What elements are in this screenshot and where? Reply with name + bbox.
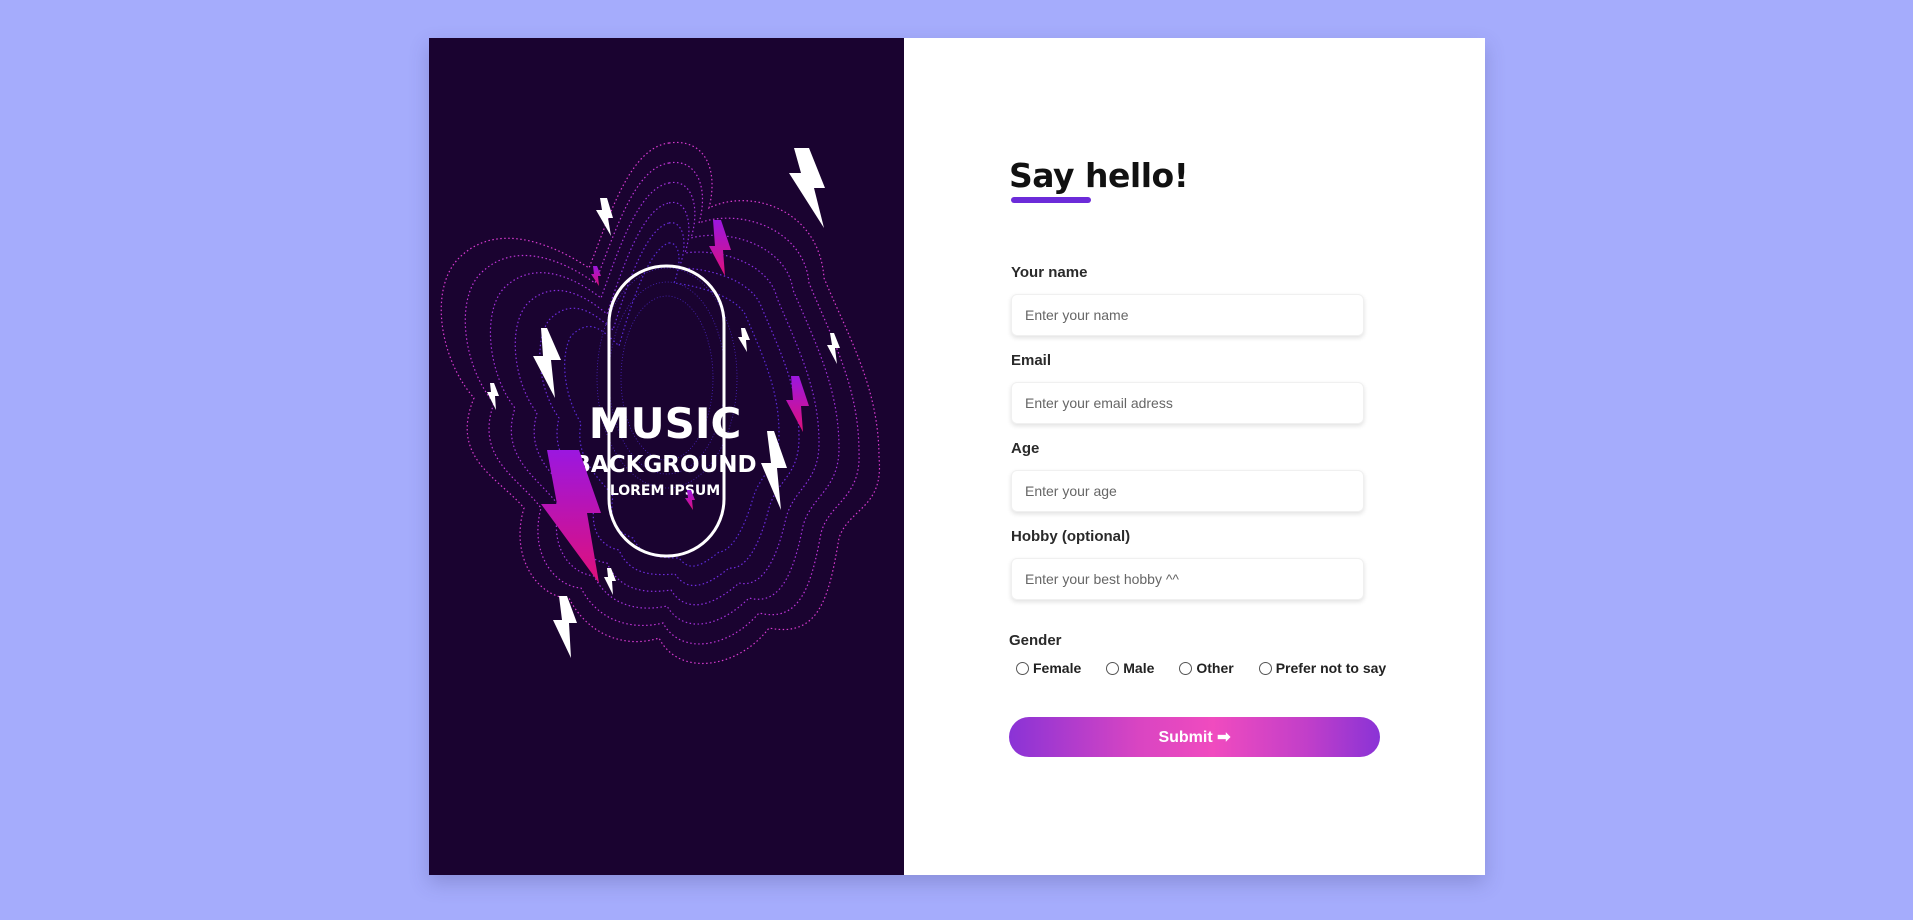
- gender-option-other[interactable]: Other: [1179, 660, 1234, 676]
- age-input[interactable]: [1011, 470, 1364, 512]
- gender-radio-group: Female Male Other Prefer not to say: [1016, 660, 1386, 676]
- gender-label: Gender: [1009, 632, 1062, 649]
- radio-button[interactable]: [1016, 661, 1029, 675]
- submit-button[interactable]: Submit ➡: [1009, 717, 1380, 757]
- radio-button[interactable]: [1258, 661, 1272, 675]
- email-label: Email: [1011, 352, 1052, 369]
- gender-option-male[interactable]: Male: [1106, 660, 1154, 676]
- gender-option-label: Male: [1123, 660, 1155, 676]
- radio-button[interactable]: [1179, 661, 1193, 675]
- hobby-input[interactable]: [1011, 558, 1364, 600]
- hobby-label: Hobby (optional): [1011, 528, 1131, 545]
- form-heading: Say hello!: [1009, 156, 1189, 195]
- gender-option-prefer-not-to-say[interactable]: Prefer not to say: [1258, 660, 1387, 676]
- radio-button[interactable]: [1106, 661, 1120, 675]
- heading-underline: [1011, 197, 1091, 203]
- email-input[interactable]: [1011, 382, 1364, 424]
- gender-option-label: Prefer not to say: [1275, 660, 1387, 676]
- age-label: Age: [1011, 440, 1040, 457]
- gender-option-female[interactable]: Female: [1016, 660, 1081, 676]
- gender-option-label: Other: [1196, 660, 1234, 676]
- name-label: Your name: [1011, 264, 1088, 281]
- name-input[interactable]: [1011, 294, 1364, 336]
- gender-option-label: Female: [1033, 660, 1082, 676]
